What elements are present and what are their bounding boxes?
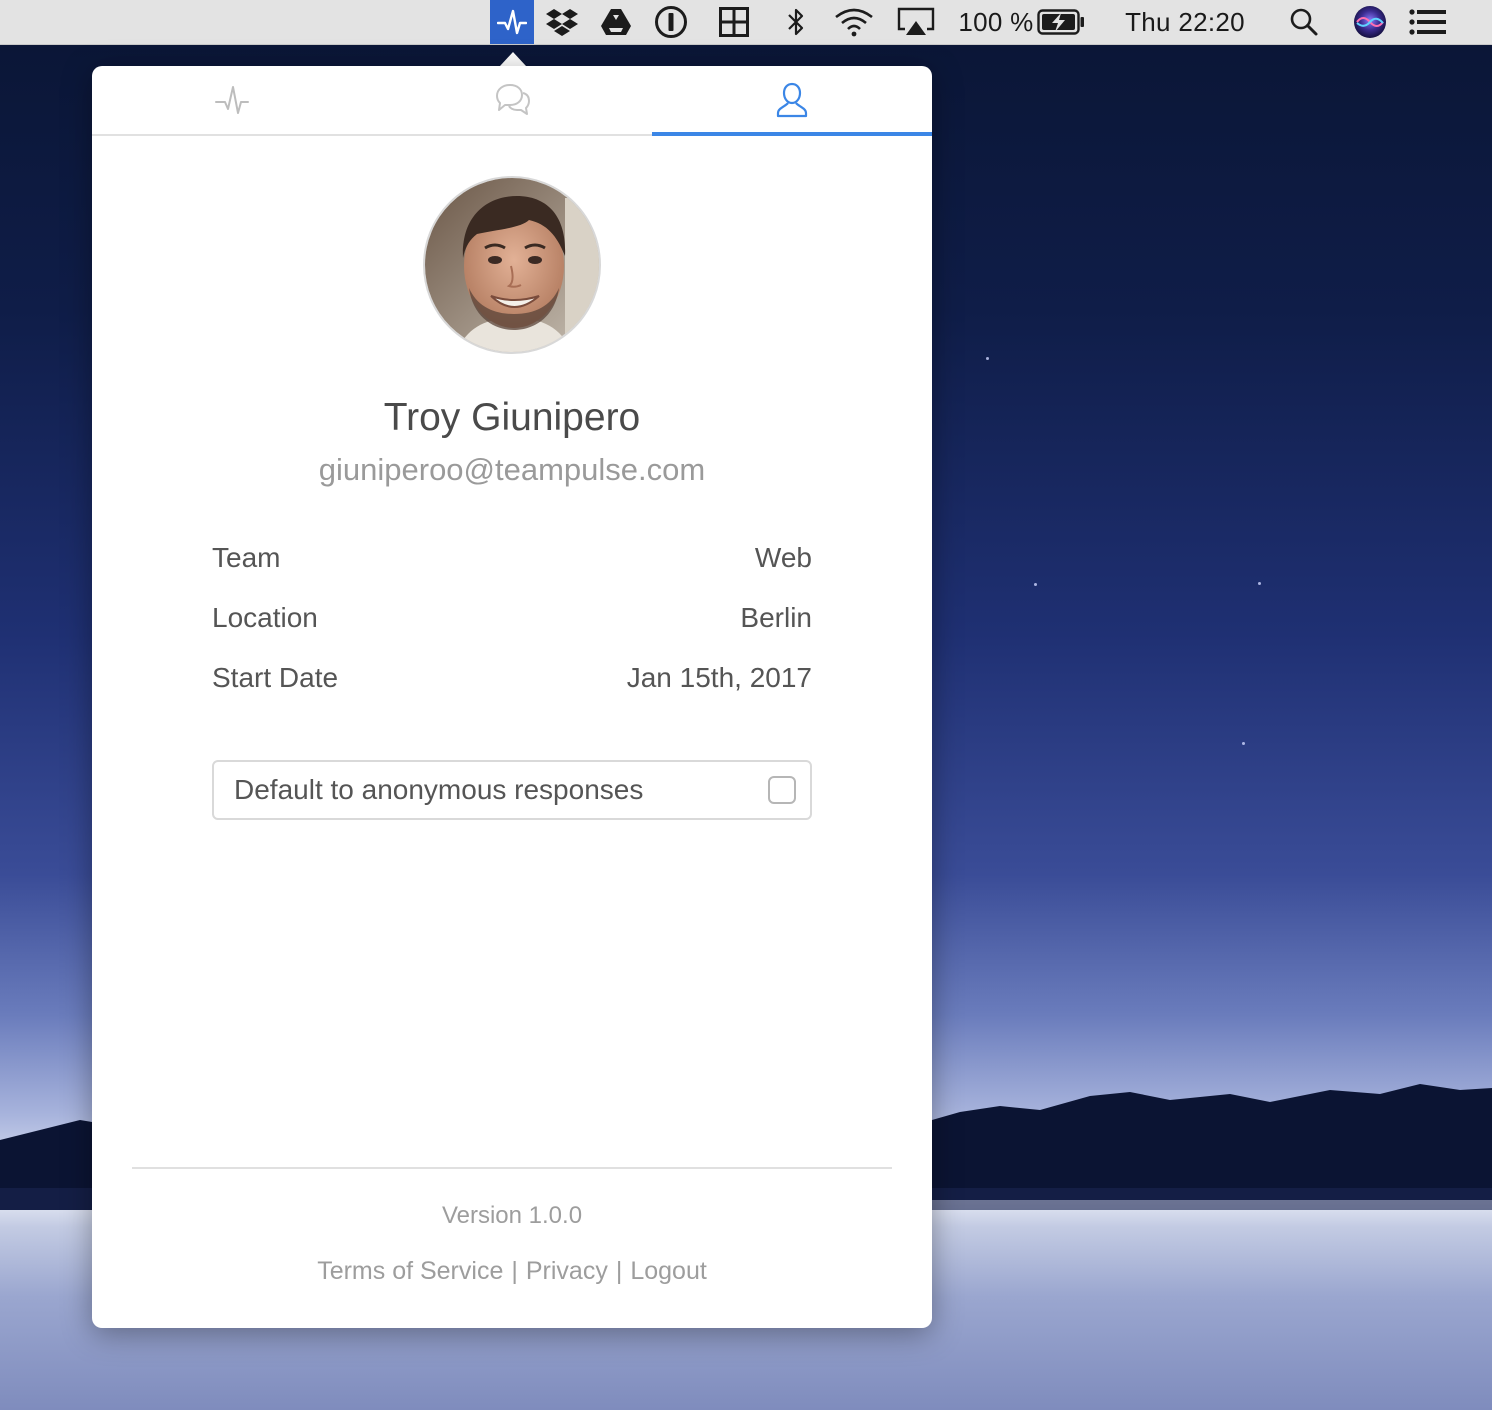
bluetooth-icon [788,8,804,36]
logout-link[interactable]: Logout [630,1257,706,1285]
desktop-star [1258,582,1261,585]
profile-photo [425,178,599,352]
link-separator: | [615,1257,623,1285]
bluetooth-menubar-button[interactable] [774,0,818,44]
siri-menubar-button[interactable] [1348,0,1392,44]
pulse-icon [497,9,527,35]
grid-app-icon [719,7,749,37]
wifi-menubar-button[interactable] [832,0,876,44]
detail-row-team: Team Web [212,542,812,582]
footer-links: Terms of Service | Privacy | Logout [92,1257,932,1286]
pulse-icon [215,86,249,114]
chat-bubbles-icon [496,84,530,115]
detail-row-start-date: Start Date Jan 15th, 2017 [212,662,812,702]
google-drive-icon [601,9,631,35]
detail-value: Web [754,542,812,573]
desktop-star [1034,583,1037,586]
clock[interactable]: Thu 22:20 [1112,0,1258,44]
app-version: Version 1.0.0 [441,1202,583,1229]
anonymous-responses-checkbox[interactable] [768,776,796,804]
detail-value: Jan 15th, 2017 [626,662,812,693]
desktop-star [1242,742,1245,745]
menu-bar: 100 % Thu 22:20 [0,0,1492,45]
1password-icon [655,6,687,38]
pulse-menubar-button[interactable] [490,0,534,44]
detail-value: Berlin [740,602,812,633]
notification-center-icon [1409,9,1446,35]
detail-label: Start Date [212,662,339,693]
privacy-link[interactable]: Privacy [526,1257,608,1285]
profile-popover: Troy Giunipero giuniperoo@teampulse.com … [92,66,932,1328]
battery-menubar-button[interactable] [1036,0,1086,44]
airplay-menubar-button[interactable] [894,0,938,44]
siri-icon [1354,6,1386,38]
avatar [423,176,601,354]
1password-menubar-button[interactable] [649,0,693,44]
wifi-icon [835,8,873,37]
tab-conversations[interactable] [372,66,652,134]
detail-label: Team [212,542,281,573]
spotlight-search-icon [1290,8,1318,36]
airplay-icon [897,7,935,35]
profile-email: giuniperoo@teampulse.com [318,452,706,487]
link-separator: | [511,1257,518,1285]
desktop-star [986,357,989,360]
battery-percentage: 100 % [958,6,1034,37]
anonymous-responses-label: Default to anonymous responses [234,774,644,805]
spotlight-menubar-button[interactable] [1282,0,1326,44]
profile-name: Troy Giunipero [383,396,641,439]
terms-of-service-link[interactable]: Terms of Service [317,1257,503,1285]
tab-profile[interactable] [652,66,932,136]
anonymous-responses-toggle[interactable]: Default to anonymous responses [212,760,812,820]
user-icon [776,82,808,118]
footer-divider [132,1167,892,1169]
dropbox-icon [546,9,578,36]
battery-icon [1037,9,1084,35]
popover-tabs [92,66,932,136]
notification-center-button[interactable] [1406,0,1450,44]
dropbox-menubar-button[interactable] [540,0,584,44]
detail-label: Location [212,602,318,633]
google-drive-menubar-button[interactable] [594,0,638,44]
tab-pulse[interactable] [92,66,372,134]
grid-app-menubar-button[interactable] [712,0,756,44]
detail-row-location: Location Berlin [212,602,812,642]
popover-caret [500,52,526,66]
